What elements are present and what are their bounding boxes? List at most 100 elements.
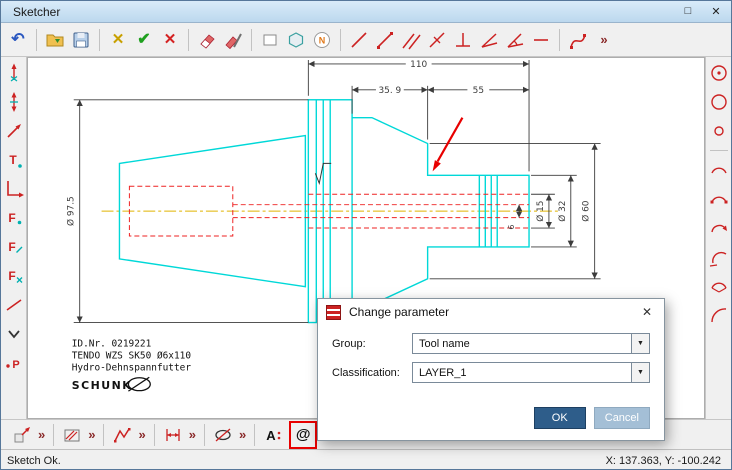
diagonal-line-button[interactable]: [2, 293, 26, 317]
circle-small-button[interactable]: [707, 119, 731, 143]
titlebar[interactable]: Sketcher □ ✕: [1, 1, 731, 23]
rail-scroll-down-button[interactable]: [2, 322, 26, 346]
circle-small-icon: [713, 126, 724, 136]
angle-arc-tool-button[interactable]: [502, 27, 528, 53]
classification-combobox[interactable]: LAYER_1 ▼: [412, 362, 650, 383]
line-cross-icon: [429, 31, 445, 48]
hatch-tool-button[interactable]: [59, 422, 85, 448]
arc-tangent-button[interactable]: [707, 245, 731, 269]
arc-button[interactable]: [707, 158, 731, 182]
line-point-tool-button[interactable]: [372, 27, 398, 53]
spline-tool-button[interactable]: [565, 27, 591, 53]
hatch-icon: [64, 429, 80, 441]
hexagon-icon: [288, 31, 304, 48]
cancel-button[interactable]: Cancel: [593, 407, 650, 429]
apply-button[interactable]: ✔: [131, 27, 157, 53]
open-folder-icon: [46, 34, 64, 46]
direction-arrow-button[interactable]: [2, 119, 26, 143]
separator: [153, 423, 155, 446]
separator: [340, 28, 341, 51]
constraint-f3-button[interactable]: F: [2, 264, 26, 288]
svg-text:F: F: [8, 269, 15, 283]
hexagon-tool-button[interactable]: [283, 27, 309, 53]
eraser-pencil-button[interactable]: [220, 27, 246, 53]
constraint-f1-button[interactable]: F: [2, 206, 26, 230]
constraint-f2-button[interactable]: F: [2, 235, 26, 259]
classification-value: LAYER_1: [419, 366, 467, 379]
svg-text:A: A: [266, 428, 276, 443]
horizontal-line-tool-button[interactable]: [528, 27, 554, 53]
rectangle-tool-button[interactable]: [257, 27, 283, 53]
dim-clamp-bore: 6: [507, 225, 516, 230]
tool-name-text: TENDO WZS SK50 Ø6x110: [72, 350, 192, 361]
tangent-point-button[interactable]: T: [2, 148, 26, 172]
dialog-titlebar[interactable]: Change parameter ✕: [318, 299, 664, 325]
separator: [103, 423, 105, 446]
change-parameter-dialog: Change parameter ✕ Group: Tool name ▼ Cl…: [317, 298, 665, 441]
polyline-tool-button[interactable]: [109, 422, 135, 448]
classification-dropdown-button[interactable]: ▼: [631, 363, 649, 382]
ngon-icon: N: [314, 31, 330, 48]
vertical-snap-alt-button[interactable]: [2, 90, 26, 114]
arc-arrow-icon: [710, 224, 727, 233]
point-p-icon: P: [5, 359, 19, 371]
ok-button[interactable]: OK: [533, 407, 586, 429]
dialog-title: Change parameter: [349, 305, 450, 319]
undo-button[interactable]: ↶: [5, 27, 31, 53]
open-button[interactable]: [42, 27, 68, 53]
dialog-close-button[interactable]: ✕: [638, 305, 656, 319]
point-p-button[interactable]: P: [2, 351, 26, 375]
hatch-overflow-button[interactable]: »: [88, 427, 95, 442]
text-tool-button[interactable]: A: [260, 422, 286, 448]
tangent-t-icon: T: [9, 153, 22, 168]
angle-arc-icon: [507, 32, 524, 48]
stretch-tool-button[interactable]: [9, 422, 35, 448]
top-toolbar-overflow-button[interactable]: »: [591, 27, 617, 53]
eraser-icon: [200, 33, 215, 49]
group-combobox[interactable]: Tool name ▼: [412, 333, 650, 354]
circle-button[interactable]: [707, 90, 731, 114]
circle-icon: [710, 94, 727, 110]
dim-overall: 110: [410, 60, 427, 70]
horizontal-line-icon: [534, 38, 548, 41]
overflow-chevron-icon: »: [600, 32, 608, 47]
dimension-tool-button[interactable]: [160, 422, 186, 448]
ellipse-overflow-button[interactable]: »: [239, 427, 246, 442]
svg-text:F: F: [8, 211, 15, 225]
arc-radii-button[interactable]: [707, 274, 731, 298]
annotation-arrow: [432, 117, 464, 172]
dimension-labels: 110 35. 9 55 Ø 97.5 Ø 15 Ø 32 Ø 60 6: [66, 60, 592, 230]
vertical-snap-button[interactable]: [2, 61, 26, 85]
attribute-tool-button[interactable]: @: [292, 424, 314, 446]
separator: [251, 28, 252, 51]
ellipse-tool-button[interactable]: [210, 422, 236, 448]
arc-endpoints-button[interactable]: [707, 187, 731, 211]
angle-line-tool-button[interactable]: [476, 27, 502, 53]
arc-arrow-button[interactable]: [707, 216, 731, 240]
circle-center-button[interactable]: [707, 61, 731, 85]
save-button[interactable]: [68, 27, 94, 53]
group-dropdown-button[interactable]: ▼: [631, 334, 649, 353]
direction-arrow-icon: [6, 124, 21, 138]
dimension-overflow-button[interactable]: »: [189, 427, 196, 442]
corner-lines-button[interactable]: [2, 177, 26, 201]
maximize-button[interactable]: □: [679, 5, 697, 18]
close-button[interactable]: ✕: [707, 5, 725, 18]
stretch-overflow-button[interactable]: »: [38, 427, 45, 442]
parallel-line-tool-button[interactable]: [398, 27, 424, 53]
dim-flange-diameter: Ø 97.5: [66, 196, 77, 226]
arc-quarter-button[interactable]: [707, 303, 731, 327]
line-perpendicular-tool-button[interactable]: [450, 27, 476, 53]
ngon-tool-button[interactable]: N: [309, 27, 335, 53]
svg-text:F: F: [8, 240, 15, 254]
delete-button[interactable]: ✕: [157, 27, 183, 53]
status-message: Sketch Ok.: [7, 454, 61, 467]
polyline-overflow-button[interactable]: »: [138, 427, 145, 442]
group-label: Group:: [332, 337, 366, 350]
window-title: Sketcher: [13, 4, 61, 19]
eraser-button[interactable]: [194, 27, 220, 53]
discard-button[interactable]: ✕: [105, 27, 131, 53]
line-tool-button[interactable]: [346, 27, 372, 53]
line-cross-tool-button[interactable]: [424, 27, 450, 53]
sketcher-window: Sketcher □ ✕ ↶ ✕ ✔ ✕ N » T F F F P 110 3…: [0, 0, 732, 470]
